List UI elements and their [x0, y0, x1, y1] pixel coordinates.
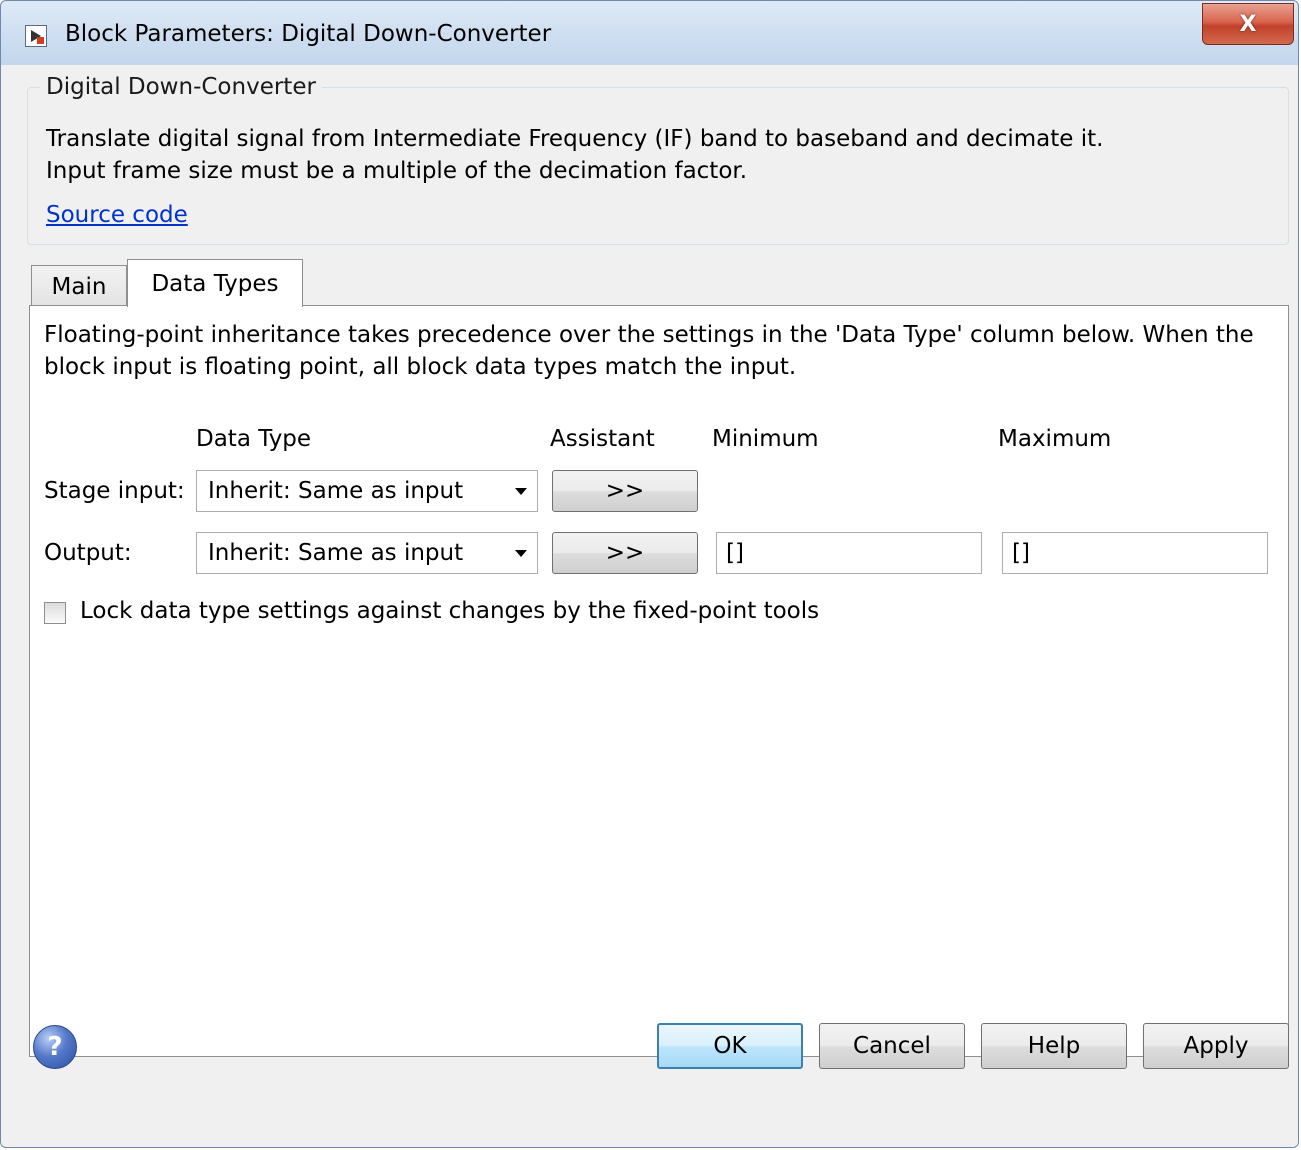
help-button[interactable]: Help	[981, 1023, 1127, 1069]
chevron-down-icon	[515, 550, 527, 557]
column-header-maximum: Maximum	[998, 426, 1112, 452]
output-minimum-value: []	[726, 540, 744, 566]
tab-main[interactable]: Main	[31, 265, 127, 307]
description-group: Digital Down-Converter Translate digital…	[27, 74, 1289, 245]
column-header-minimum: Minimum	[712, 426, 819, 452]
dialog-client-area: Digital Down-Converter Translate digital…	[9, 65, 1290, 1139]
stage-input-data-type-dropdown[interactable]: Inherit: Same as input	[196, 470, 538, 512]
stage-input-data-type-value: Inherit: Same as input	[208, 478, 464, 504]
window-title: Block Parameters: Digital Down-Converter	[65, 21, 552, 47]
lock-data-type-label[interactable]: Lock data type settings against changes …	[80, 598, 819, 624]
simulink-block-icon	[25, 25, 47, 47]
output-label: Output:	[44, 540, 132, 566]
cancel-button[interactable]: Cancel	[819, 1023, 965, 1069]
output-data-type-dropdown[interactable]: Inherit: Same as input	[196, 532, 538, 574]
output-maximum-field[interactable]: []	[1002, 532, 1268, 574]
chevron-down-icon	[515, 488, 527, 495]
title-bar[interactable]: Block Parameters: Digital Down-Converter…	[1, 1, 1298, 65]
output-data-type-value: Inherit: Same as input	[208, 540, 464, 566]
column-header-data-type: Data Type	[196, 426, 312, 452]
output-maximum-value: []	[1012, 540, 1030, 566]
description-text-line1: Translate digital signal from Intermedia…	[46, 126, 1104, 152]
lock-data-type-checkbox[interactable]	[44, 602, 66, 624]
help-question-icon[interactable]: ?	[33, 1025, 77, 1069]
description-group-title: Digital Down-Converter	[40, 74, 322, 100]
stage-input-assistant-button[interactable]: >>	[552, 470, 698, 512]
block-parameters-dialog: Block Parameters: Digital Down-Converter…	[0, 0, 1299, 1148]
source-code-link[interactable]: Source code	[46, 202, 188, 228]
data-types-panel: Floating-point inheritance takes precede…	[29, 305, 1289, 1057]
info-text-line2: block input is floating point, all block…	[44, 354, 797, 380]
column-header-assistant: Assistant	[550, 426, 655, 452]
tab-data-types[interactable]: Data Types	[127, 259, 303, 307]
apply-button[interactable]: Apply	[1143, 1023, 1289, 1069]
output-minimum-field[interactable]: []	[716, 532, 982, 574]
stage-input-label: Stage input:	[44, 478, 185, 504]
output-assistant-button[interactable]: >>	[552, 532, 698, 574]
description-text-line2: Input frame size must be a multiple of t…	[46, 158, 748, 184]
ok-button[interactable]: OK	[657, 1023, 803, 1069]
info-text-line1: Floating-point inheritance takes precede…	[44, 322, 1254, 348]
close-button[interactable]: X	[1202, 3, 1294, 45]
